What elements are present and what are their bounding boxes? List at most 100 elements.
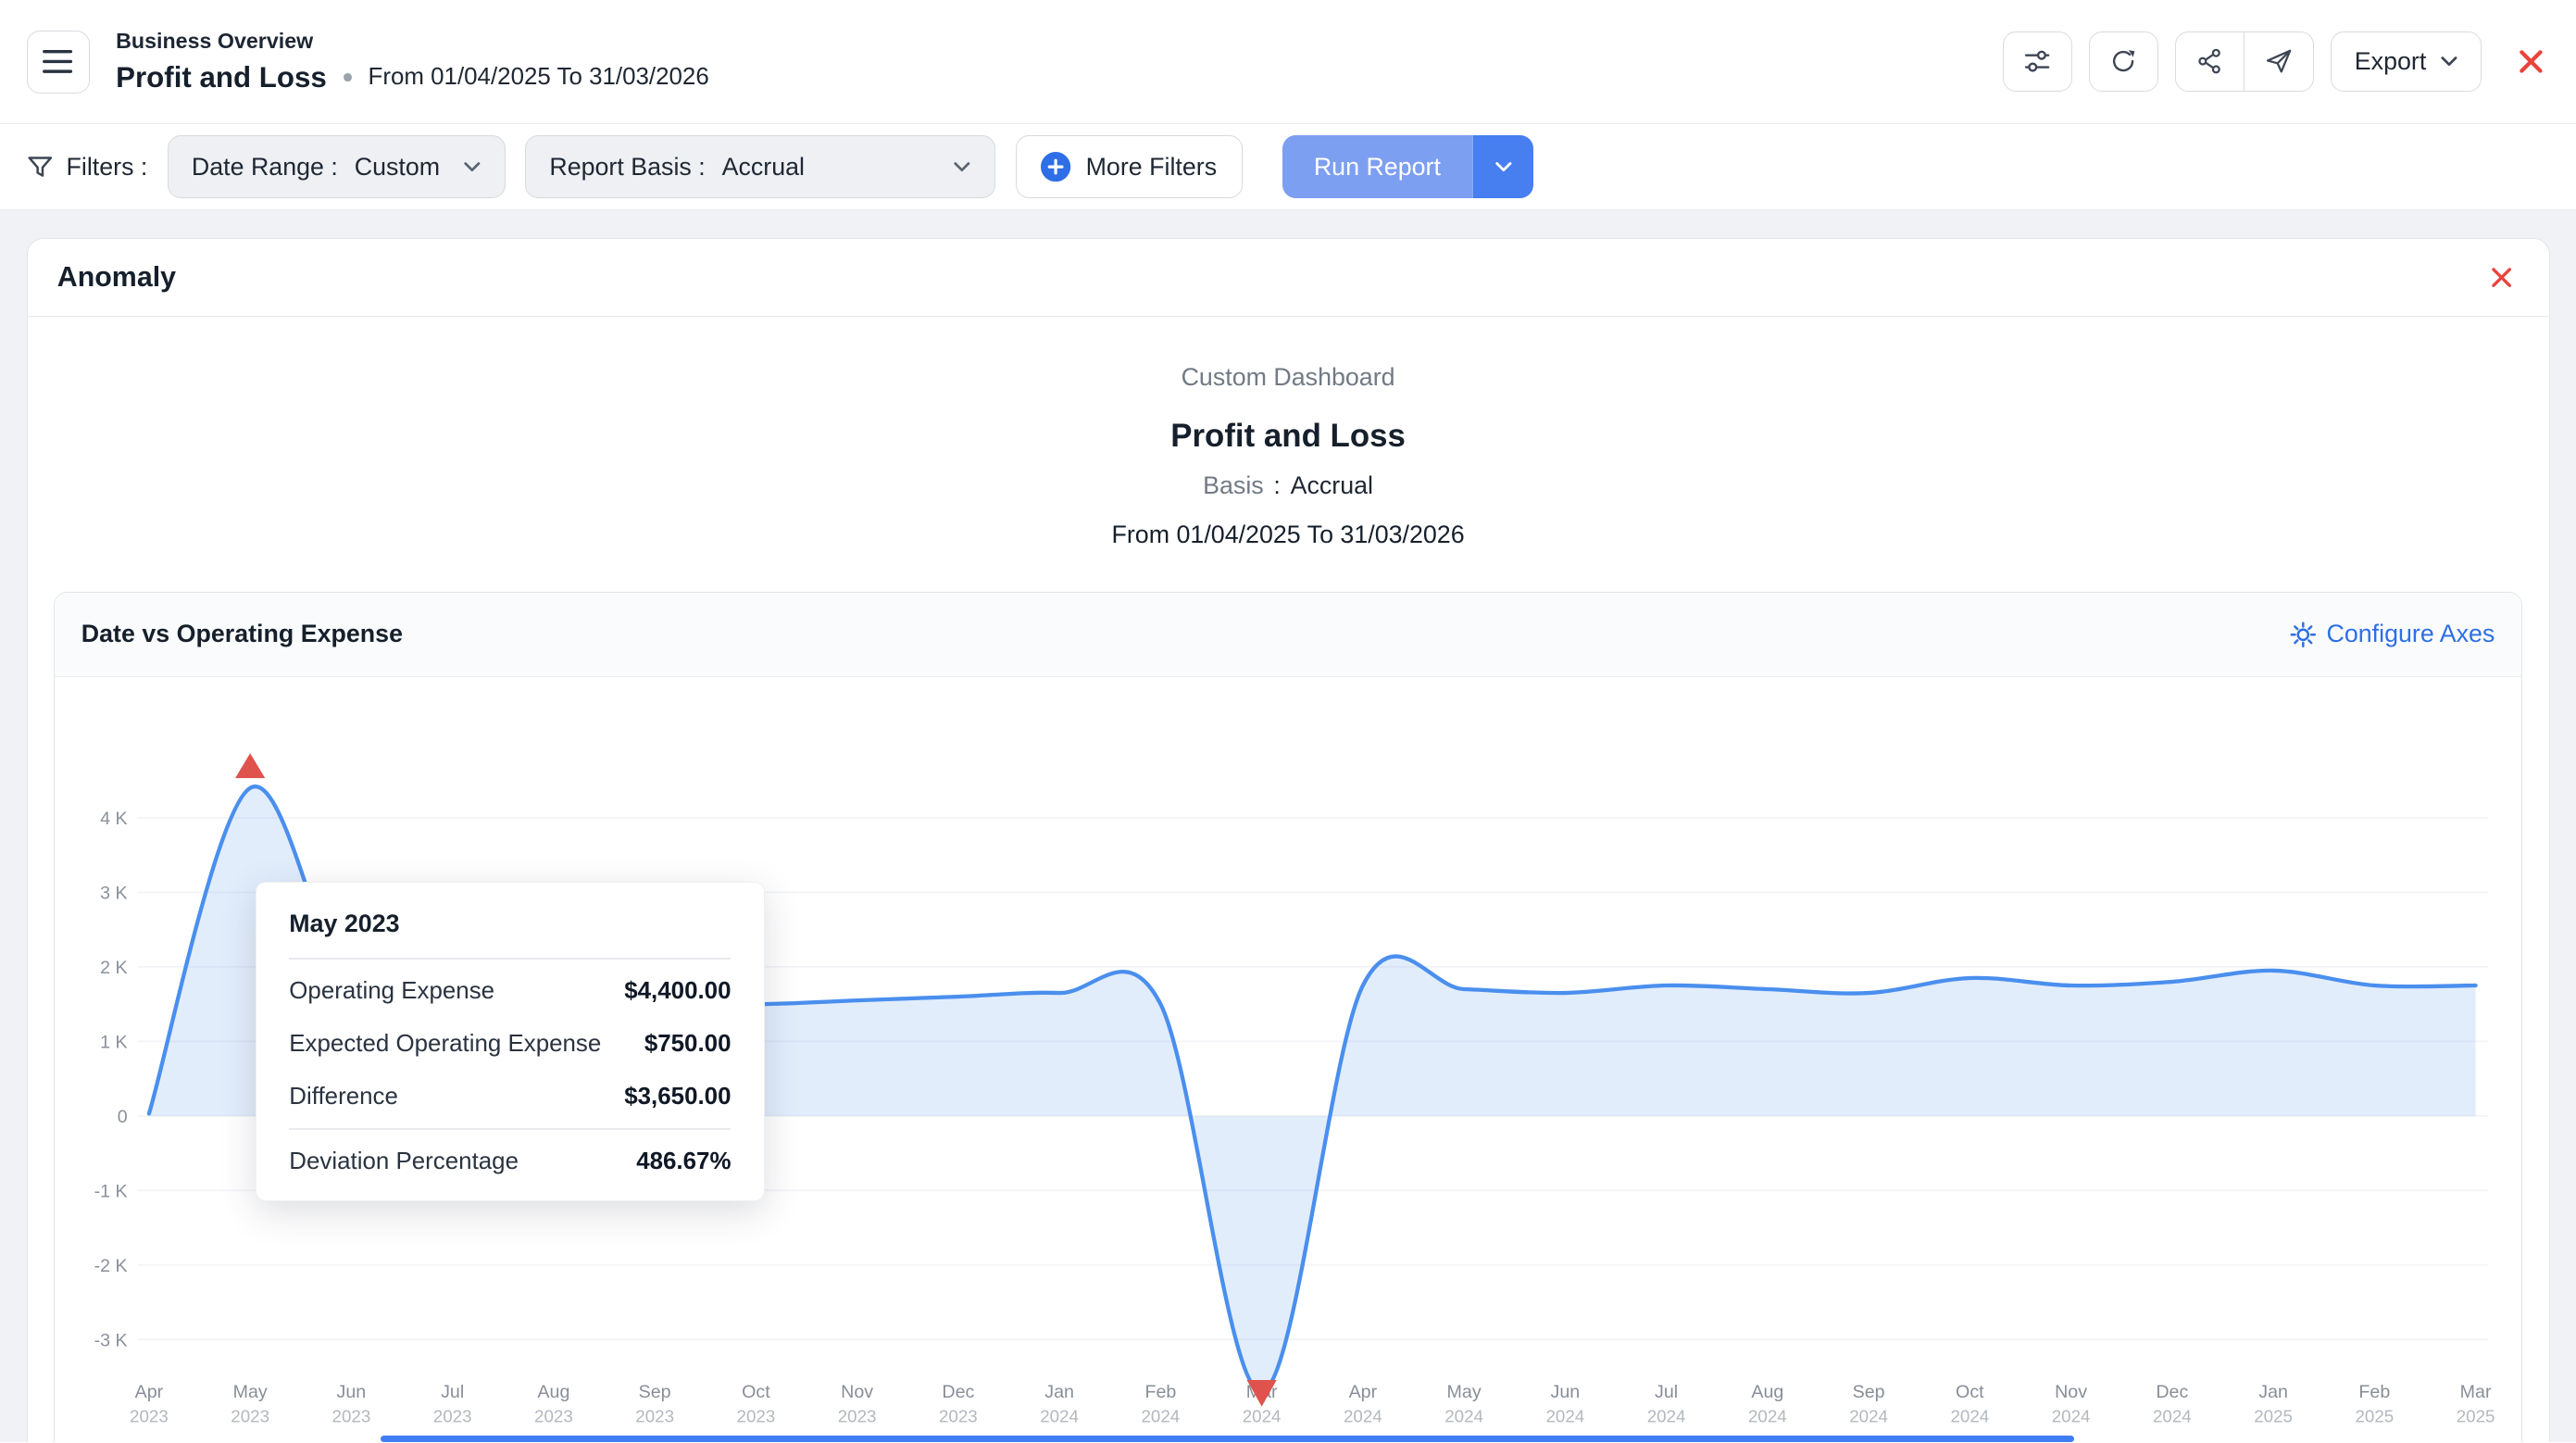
chevron-down-icon bbox=[953, 161, 971, 173]
share-icon bbox=[2195, 46, 2224, 76]
refresh-history-button[interactable] bbox=[2089, 31, 2158, 91]
run-report-button[interactable]: Run Report bbox=[1282, 135, 1472, 198]
funnel-icon bbox=[27, 154, 54, 181]
date-range-label: Date Range : bbox=[192, 153, 338, 182]
top-header: Business Overview Profit and Loss From 0… bbox=[0, 0, 2576, 124]
basis-value: Accrual bbox=[1291, 471, 1373, 500]
close-icon bbox=[2491, 267, 2512, 288]
x-axis-month-label: Jul bbox=[1655, 1381, 1678, 1401]
x-axis-month-label: Jan bbox=[2258, 1381, 2288, 1401]
y-axis-label: -3 K bbox=[94, 1330, 128, 1350]
page-body: Anomaly Custom Dashboard Profit and Loss… bbox=[0, 210, 2576, 1442]
run-report-caret-button[interactable] bbox=[1472, 135, 1533, 198]
anomaly-close-button[interactable] bbox=[2484, 260, 2520, 295]
chevron-down-icon bbox=[463, 161, 481, 173]
tooltip-row-value: $750.00 bbox=[644, 1031, 732, 1058]
sliders-icon bbox=[2022, 46, 2052, 76]
configure-axes-label: Configure Axes bbox=[2327, 620, 2495, 648]
x-axis-month-label: Dec bbox=[2157, 1381, 2189, 1401]
breadcrumb: Business Overview bbox=[116, 29, 709, 54]
x-axis-month-label: Sep bbox=[1853, 1381, 1885, 1401]
y-axis-label: -2 K bbox=[94, 1255, 128, 1275]
report-title: Profit and Loss bbox=[28, 418, 2549, 455]
basis-label: Basis bbox=[1203, 471, 1264, 500]
report-basis-label: Report Basis : bbox=[549, 153, 705, 182]
filters-label: Filters : bbox=[66, 153, 147, 182]
y-axis-label: -1 K bbox=[94, 1181, 128, 1201]
y-axis-label: 0 bbox=[118, 1107, 128, 1127]
x-axis-year-label: 2024 bbox=[1546, 1406, 1585, 1425]
run-report-split-button: Run Report bbox=[1282, 135, 1533, 198]
x-axis-year-label: 2024 bbox=[1444, 1406, 1483, 1425]
tooltip-row: Expected Operating Expense$750.00 bbox=[289, 1018, 731, 1071]
x-axis-month-label: Dec bbox=[943, 1381, 975, 1401]
chart-title: Date vs Operating Expense bbox=[81, 620, 403, 648]
x-axis-month-label: May bbox=[1447, 1381, 1482, 1401]
x-axis-year-label: 2024 bbox=[1647, 1406, 1686, 1425]
plus-circle-icon bbox=[1041, 152, 1070, 182]
tooltip-row-value: $4,400.00 bbox=[624, 978, 731, 1005]
horizontal-scrollbar-thumb[interactable] bbox=[381, 1436, 2074, 1442]
x-axis-year-label: 2025 bbox=[2457, 1406, 2495, 1425]
date-range-filter-dropdown[interactable]: Date Range : Custom bbox=[168, 135, 506, 198]
tooltip-deviation-row: Deviation Percentage 486.67% bbox=[256, 1130, 765, 1199]
paper-plane-icon bbox=[2264, 46, 2294, 76]
customize-button[interactable] bbox=[2003, 31, 2072, 91]
x-axis-month-label: Nov bbox=[2055, 1381, 2087, 1401]
more-filters-label: More Filters bbox=[1086, 153, 1218, 182]
page-close-button[interactable] bbox=[2511, 43, 2549, 81]
report-basis-line: Basis : Accrual bbox=[28, 471, 2549, 500]
report-basis-filter-dropdown[interactable]: Report Basis : Accrual bbox=[525, 135, 995, 198]
x-axis-year-label: 2025 bbox=[2356, 1406, 2395, 1425]
export-button[interactable]: Export bbox=[2331, 31, 2482, 91]
share-button[interactable] bbox=[2175, 31, 2245, 91]
x-axis-year-label: 2023 bbox=[231, 1406, 269, 1425]
configure-axes-link[interactable]: Configure Axes bbox=[2290, 620, 2495, 648]
x-axis-month-label: May bbox=[233, 1381, 268, 1401]
app-window: Business Overview Profit and Loss From 0… bbox=[0, 0, 2576, 1442]
x-axis-month-label: Oct bbox=[742, 1381, 770, 1401]
x-axis-month-label: Jun bbox=[1551, 1381, 1581, 1401]
x-axis-month-label: Feb bbox=[1145, 1381, 1177, 1401]
x-axis-year-label: 2023 bbox=[332, 1406, 371, 1425]
date-range-value: Custom bbox=[355, 153, 440, 182]
tooltip-row-label: Deviation Percentage bbox=[289, 1148, 519, 1175]
gear-icon bbox=[2290, 621, 2317, 648]
dot-separator bbox=[344, 73, 352, 82]
x-axis-month-label: Jan bbox=[1044, 1381, 1074, 1401]
x-axis-month-label: Oct bbox=[1956, 1381, 1984, 1401]
tooltip-rows: Operating Expense $4,400.00 Expected Opera… bbox=[256, 960, 765, 1128]
x-axis-year-label: 2024 bbox=[1243, 1406, 1282, 1425]
filter-bar: Filters : Date Range : Custom Report Bas… bbox=[0, 124, 2576, 210]
report-heading-block: Custom Dashboard Profit and Loss Basis :… bbox=[28, 317, 2549, 549]
x-axis-year-label: 2024 bbox=[2153, 1406, 2192, 1425]
y-axis-label: 3 K bbox=[100, 883, 128, 903]
send-button[interactable] bbox=[2245, 31, 2314, 91]
x-axis-month-label: Apr bbox=[135, 1381, 164, 1401]
anomaly-marker-up[interactable] bbox=[235, 753, 265, 778]
header-actions: Export bbox=[2003, 31, 2550, 91]
x-axis-year-label: 2023 bbox=[635, 1406, 674, 1425]
close-icon bbox=[2519, 49, 2544, 74]
x-axis-year-label: 2024 bbox=[1951, 1406, 1990, 1425]
x-axis-month-label: Nov bbox=[841, 1381, 873, 1401]
export-label: Export bbox=[2355, 47, 2427, 76]
x-axis-month-label: Apr bbox=[1349, 1381, 1378, 1401]
x-axis-year-label: 2023 bbox=[939, 1406, 978, 1425]
x-axis-year-label: 2023 bbox=[534, 1406, 573, 1425]
more-filters-button[interactable]: More Filters bbox=[1016, 135, 1243, 198]
dashboard-label: Custom Dashboard bbox=[28, 363, 2549, 392]
hamburger-icon bbox=[43, 49, 72, 74]
tooltip-row-label: Operating Expense bbox=[289, 978, 494, 1005]
chevron-down-icon bbox=[2441, 56, 2457, 68]
page-date-range: From 01/04/2025 To 31/03/2026 bbox=[369, 64, 709, 91]
tooltip-row: Operating Expense $4,400.00 bbox=[289, 964, 731, 1017]
basis-separator: : bbox=[1273, 471, 1280, 500]
report-basis-value: Accrual bbox=[722, 153, 805, 182]
x-axis-year-label: 2023 bbox=[838, 1406, 877, 1425]
y-axis-label: 4 K bbox=[100, 809, 128, 829]
x-axis-year-label: 2023 bbox=[737, 1406, 776, 1425]
hamburger-menu-button[interactable] bbox=[27, 31, 90, 94]
chevron-down-icon bbox=[1494, 161, 1513, 173]
share-send-group bbox=[2175, 31, 2314, 91]
